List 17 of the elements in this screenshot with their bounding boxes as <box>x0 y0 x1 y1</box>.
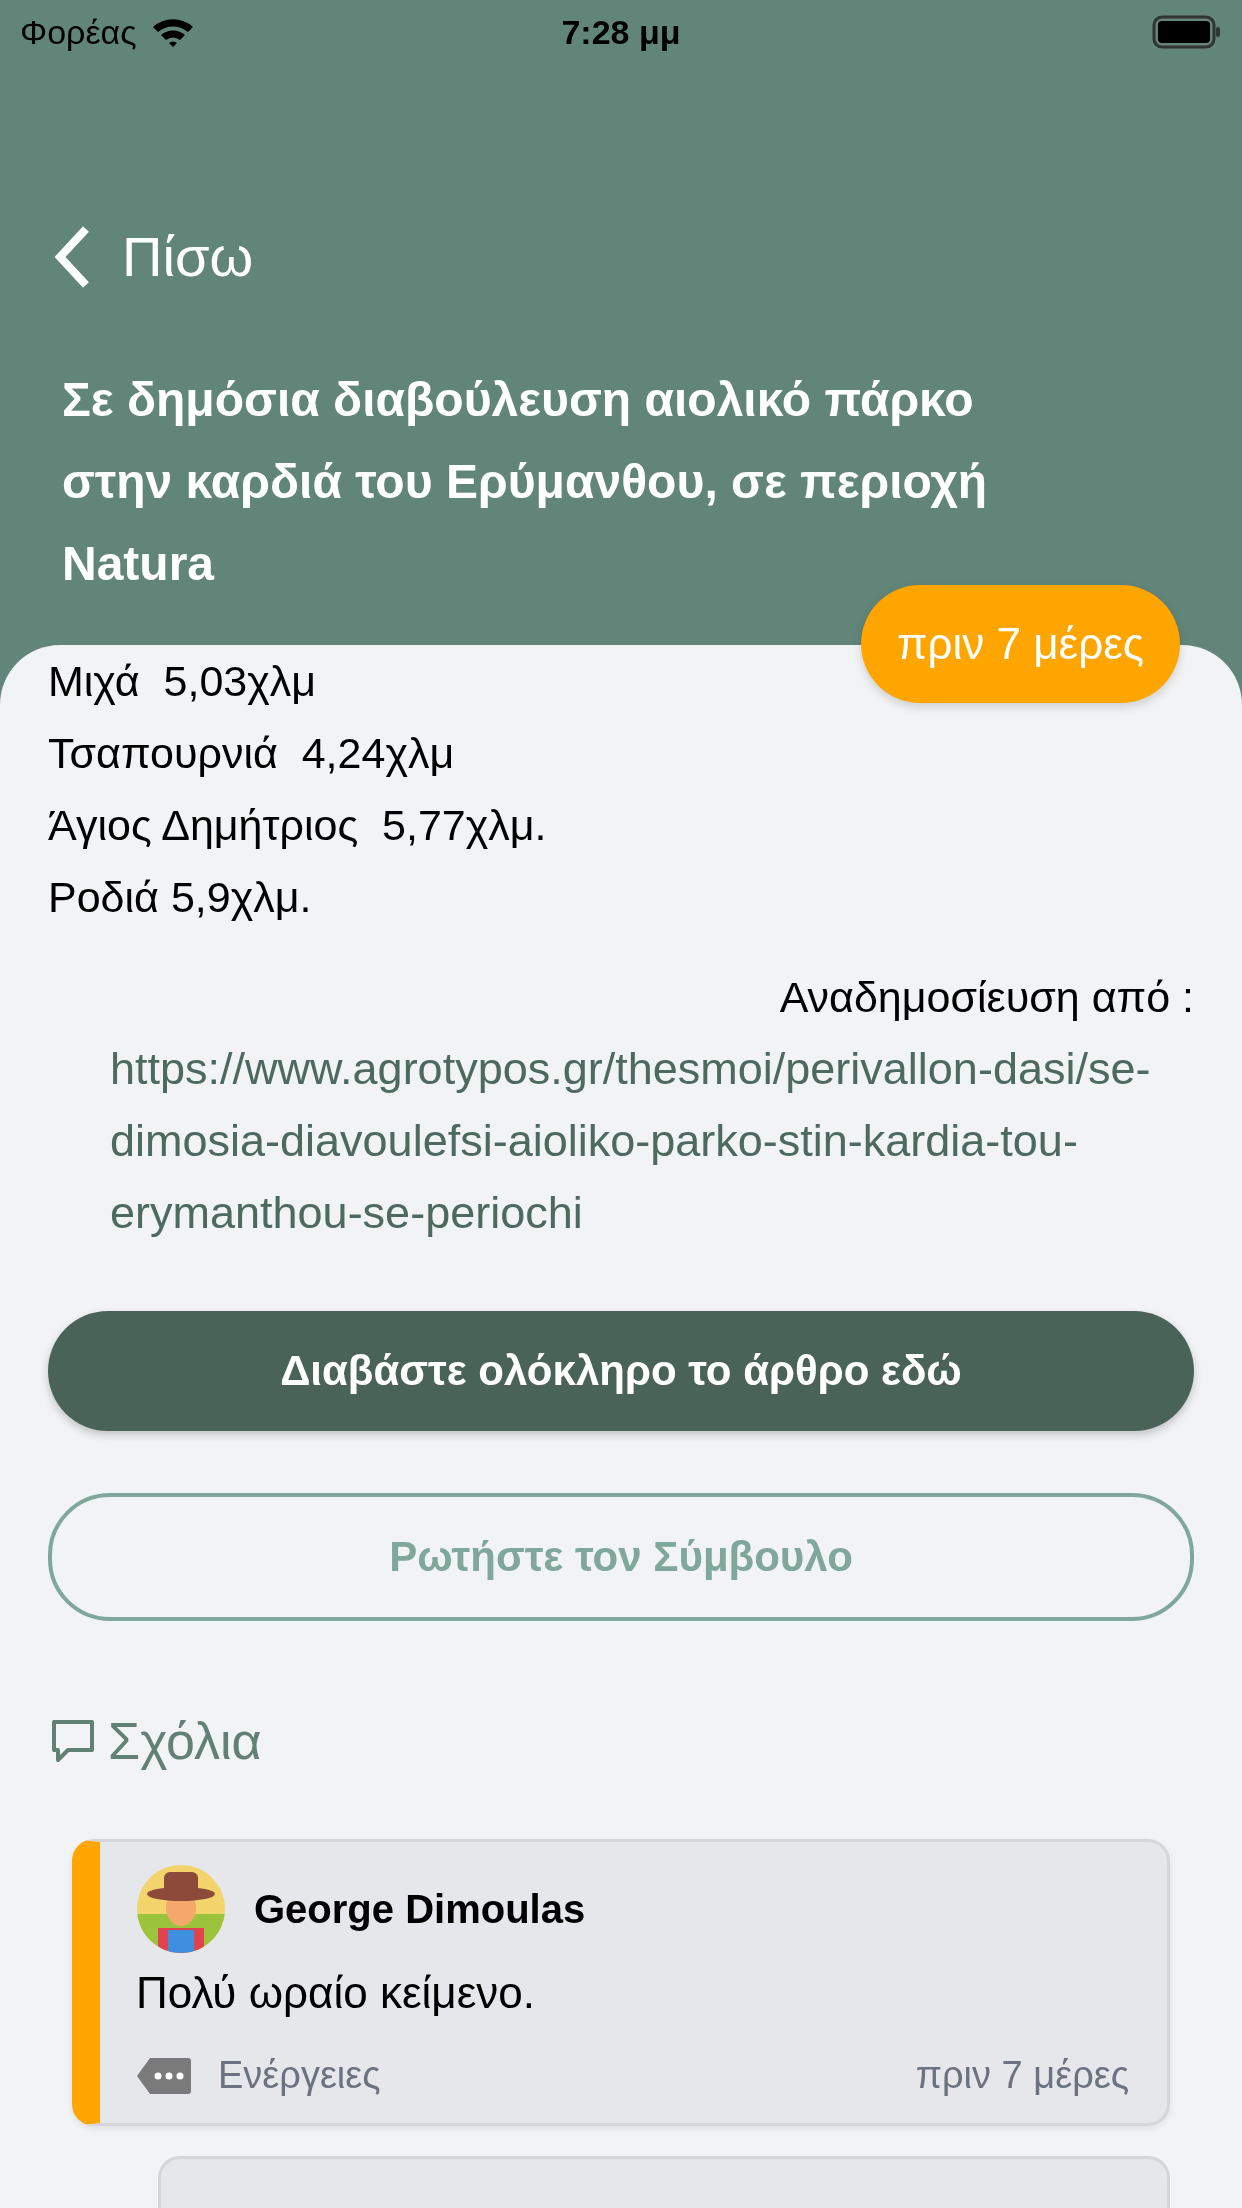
comment-author: George Dimoulas <box>254 1886 586 1932</box>
body-text-line: Ροδιά 5,9χλμ. <box>48 872 312 923</box>
actions-button[interactable]: Ενέργειες <box>136 2054 381 2097</box>
read-article-button[interactable]: Διαβάστε ολόκληρο το άρθρο εδώ <box>48 1311 1194 1431</box>
ask-advisor-button[interactable]: Ρωτήστε τον Σύμβουλο <box>48 1493 1194 1621</box>
time-badge: πριν 7 μέρες <box>861 585 1180 703</box>
body-text-line: Μιχά 5,03χλμ <box>48 656 317 707</box>
body-text-line: Άγιος Δημήτριος 5,77χλμ. <box>48 800 547 851</box>
carrier-label: Φορέας <box>20 12 137 52</box>
comments-heading: Σχόλια <box>108 1711 262 1771</box>
source-link[interactable]: https://www.agrotypos.gr/thesmoi/perivallon-dasi/se-dimosia-diavoulefsi-aioliko-parko-stin-kardia-tou-erymanthou-se-periochi <box>110 1033 1194 1249</box>
comment-time: πριν 7 μέρες <box>915 2054 1129 2097</box>
comment-text: Πολύ ωραίο κείμενο. <box>136 1968 536 2018</box>
body-text-line: Τσαπουρνιά 4,24χλμ <box>48 728 455 779</box>
clock: 7:28 μμ <box>561 12 681 52</box>
back-button[interactable]: Πίσω <box>52 224 254 289</box>
repost-label: Αναδημοσίευση από : <box>778 972 1194 1023</box>
